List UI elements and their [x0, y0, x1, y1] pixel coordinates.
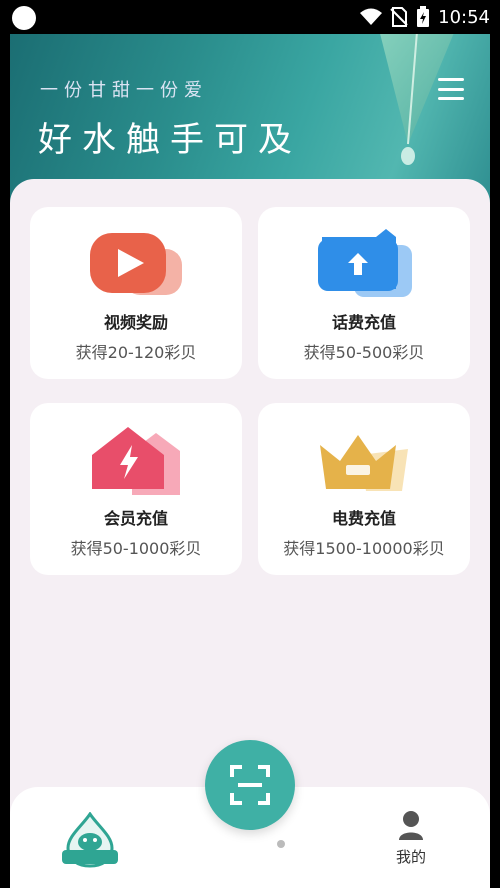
- video-play-icon: [86, 229, 186, 303]
- main-content: 视频奖励 获得20-120彩贝 话费充值 获得50-500彩贝 会员充值 获得5…: [10, 179, 490, 799]
- card-title: 视频奖励: [103, 313, 168, 332]
- status-icons: 10:54: [360, 4, 490, 30]
- app-screen: 一份甘甜一份爱 好水触手可及 视频奖励 获得20-120彩贝 话费充值 获得50…: [10, 34, 490, 888]
- battery-charging-icon: [417, 6, 430, 27]
- card-title: 会员充值: [103, 509, 168, 528]
- slogan-small: 一份甘甜一份爱: [40, 80, 208, 101]
- house-bolt-icon: [86, 425, 186, 499]
- menu-button[interactable]: [438, 78, 464, 100]
- leaf-waterdrop-image: [380, 34, 454, 165]
- card-phone-recharge[interactable]: 话费充值 获得50-500彩贝: [258, 207, 470, 379]
- crown-icon: [314, 425, 414, 499]
- card-video-reward[interactable]: 视频奖励 获得20-120彩贝: [30, 207, 242, 379]
- slogan-big: 好水触手可及: [38, 120, 302, 160]
- phone-recharge-icon: [314, 229, 414, 303]
- menu-icon: [438, 78, 464, 81]
- card-subtitle: 获得1500-10000彩贝: [283, 539, 445, 558]
- card-subtitle: 获得50-1000彩贝: [70, 539, 202, 558]
- scan-button[interactable]: [205, 740, 295, 830]
- card-subtitle: 获得50-500彩贝: [303, 343, 425, 362]
- card-member-recharge[interactable]: 会员充值 获得50-1000彩贝: [30, 403, 242, 575]
- notification-dot-icon: [12, 6, 36, 30]
- clock: 10:54: [438, 6, 490, 28]
- nav-indicator-dot: [277, 840, 285, 848]
- status-bar: 10:54: [0, 0, 500, 34]
- user-icon: [399, 811, 423, 840]
- hippo-logo-icon: [62, 811, 118, 868]
- nav-home-logo[interactable]: [60, 811, 120, 868]
- nav-mine-label: 我的: [395, 848, 426, 866]
- card-title: 话费充值: [331, 313, 396, 332]
- card-electric-recharge[interactable]: 电费充值 获得1500-10000彩贝: [258, 403, 470, 575]
- card-title: 电费充值: [331, 509, 396, 528]
- wifi-icon: [360, 8, 383, 25]
- scan-icon: [230, 765, 270, 805]
- card-subtitle: 获得20-120彩贝: [75, 343, 197, 362]
- no-sim-icon: [390, 7, 408, 27]
- nav-mine[interactable]: 我的: [386, 810, 436, 870]
